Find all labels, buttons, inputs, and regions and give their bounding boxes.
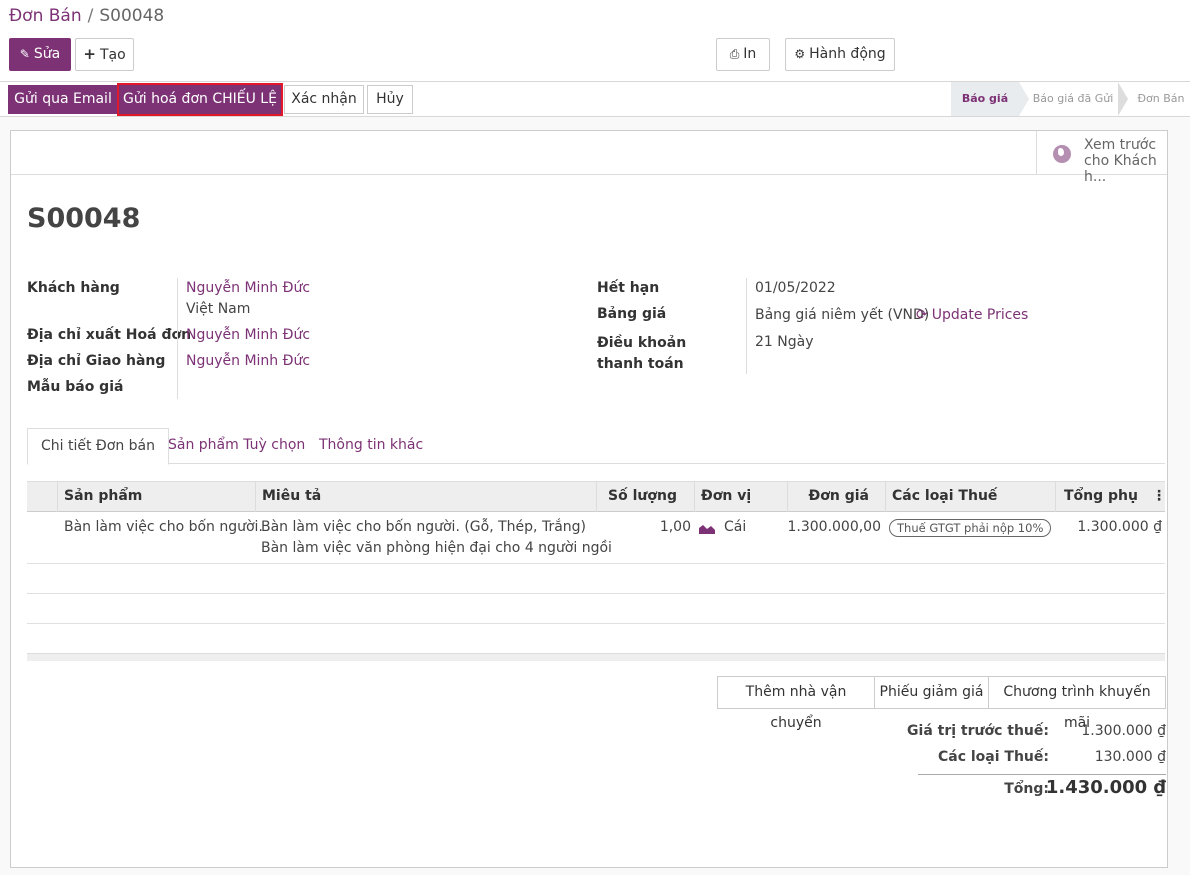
column-uom[interactable]: Đơn vị [694, 482, 787, 512]
add-shipping-button[interactable]: Thêm nhà vận chuyển [717, 676, 875, 731]
column-taxes[interactable]: Các loại Thuế [885, 482, 1055, 512]
printer-icon: ⎙ [729, 47, 740, 61]
update-prices-button[interactable]: ⟳ Update Prices [916, 307, 1028, 323]
customer-label: Khách hàng [27, 280, 120, 296]
pricelist-value: Bảng giá niêm yết (VND) [755, 307, 930, 323]
edit-button[interactable]: ✎ Sửa [9, 38, 71, 71]
untaxed-label: Giá trị trước thuế: [907, 723, 1049, 739]
expiry-label: Hết hạn [597, 280, 660, 296]
line-subtotal: 1.300.000 ₫ [1077, 519, 1162, 535]
delivery-address-label: Địa chỉ Giao hàng [27, 353, 166, 369]
breadcrumb-parent-link[interactable]: Đơn Bán [9, 6, 82, 26]
payment-terms-label: Điều khoản thanh toán [597, 335, 687, 372]
tab-order-lines[interactable]: Chi tiết Đơn bán [27, 428, 169, 465]
stage-quotation-sent[interactable]: Báo giá đã Gửi [1031, 82, 1115, 116]
order-title: S00048 [27, 203, 141, 234]
send-proforma-invoice-button[interactable]: Gửi hoá đơn CHIẾU LỆ [117, 83, 283, 116]
button-box: Xem trước cho Khách h... [11, 131, 1167, 185]
expiry-value: 01/05/2022 [755, 280, 836, 296]
plus-icon: + [83, 45, 96, 63]
invoice-address-link[interactable]: Nguyễn Minh Đức [186, 327, 310, 343]
field-divider [177, 278, 178, 399]
line-description-2: Bàn làm việc văn phòng hiện đại cho 4 ng… [261, 540, 612, 556]
stage-quotation[interactable]: Báo giá [951, 82, 1019, 116]
column-description[interactable]: Miêu tả [255, 482, 595, 512]
customer-preview-button[interactable]: Xem trước cho Khách h... [1036, 131, 1167, 185]
stage-arrow [1019, 82, 1029, 116]
gear-icon: ⚙ [794, 47, 806, 61]
globe-icon [1053, 145, 1071, 163]
customer-link[interactable]: Nguyễn Minh Đức [186, 280, 310, 296]
print-button[interactable]: ⎙ In [716, 38, 770, 71]
total-amount: 1.430.000 ₫ [1045, 777, 1166, 798]
table-header: Sản phẩm Miêu tả Số lượng Đơn vị Đơn giá… [27, 481, 1166, 512]
stage-arrow [1118, 82, 1128, 116]
pencil-icon: ✎ [19, 47, 30, 61]
line-quantity: 1,00 [659, 519, 691, 535]
breadcrumb-separator: / [87, 6, 94, 26]
customer-preview-label: Xem trước cho Khách h... [1084, 137, 1157, 185]
edit-button-label: Sửa [33, 46, 61, 62]
create-button-label: Tạo [99, 47, 126, 63]
invoice-address-label: Địa chỉ xuất Hoá đơn [27, 327, 192, 343]
row-divider [27, 593, 1165, 594]
stage-sales-order[interactable]: Đơn Bán [1132, 82, 1190, 116]
action-button[interactable]: ⚙ Hành động [785, 38, 895, 71]
update-prices-label: Update Prices [931, 307, 1029, 323]
confirm-button[interactable]: Xác nhận [284, 85, 364, 114]
quotation-template-label: Mẫu báo giá [27, 379, 124, 395]
delivery-address-link[interactable]: Nguyễn Minh Đức [186, 353, 310, 369]
control-panel: Đơn Bán / S00048 ✎ Sửa + Tạo ⎙ In ⚙ Hành động [0, 0, 1190, 82]
column-quantity[interactable]: Số lượng [596, 482, 694, 512]
tab-other-info[interactable]: Thông tin khác [306, 428, 436, 464]
send-email-button[interactable]: Gửi qua Email [8, 85, 118, 114]
line-description-1: Bàn làm việc cho bốn người. (Gỗ, Thép, T… [261, 519, 587, 535]
column-product[interactable]: Sản phẩm [57, 482, 254, 512]
table-footer [27, 653, 1165, 661]
tab-optional-products[interactable]: Sản phẩm Tuỳ chọn [155, 428, 318, 464]
breadcrumb: Đơn Bán / S00048 [9, 6, 164, 26]
refresh-icon: ⟳ [916, 307, 928, 323]
line-price-unit: 1.300.000,00 [787, 519, 881, 535]
forecast-chart-icon[interactable] [699, 523, 715, 534]
row-divider [27, 623, 1165, 624]
taxes-label: Các loại Thuế: [937, 749, 1049, 765]
pricelist-label: Bảng giá [597, 306, 667, 322]
column-options-icon[interactable]: ⋮ [1152, 488, 1166, 504]
action-button-label: Hành động [809, 46, 886, 62]
column-price[interactable]: Đơn giá [787, 482, 885, 512]
tax-badge: Thuế GTGT phải nộp 10% [889, 519, 1052, 537]
create-button[interactable]: + Tạo [75, 38, 134, 71]
cancel-button[interactable]: Hủy [367, 85, 413, 114]
column-subtotal[interactable]: Tổng phụ [1055, 482, 1165, 512]
payment-terms-value: 21 Ngày [755, 334, 814, 350]
line-product: Bàn làm việc cho bốn người. [64, 519, 263, 535]
promotion-button[interactable]: Chương trình khuyến mãi [988, 676, 1166, 731]
breadcrumb-current: S00048 [99, 6, 165, 26]
taxes-amount: 130.000 ₫ [1094, 749, 1166, 765]
line-uom: Cái [724, 519, 747, 535]
print-button-label: In [743, 46, 757, 62]
row-divider [27, 563, 1165, 564]
field-divider [746, 278, 747, 374]
totals-divider [918, 774, 1166, 775]
status-bar: Gửi qua Email Gửi hoá đơn CHIẾU LỆ Xác n… [0, 82, 1190, 117]
coupon-button[interactable]: Phiếu giảm giá [874, 676, 989, 709]
customer-country: Việt Nam [186, 301, 251, 317]
form-sheet: Xem trước cho Khách h... S00048 Khách hà… [10, 130, 1168, 868]
notebook-tabs: Chi tiết Đơn bán Sản phẩm Tuỳ chọn Thông… [27, 428, 1165, 465]
untaxed-amount: 1.300.000 ₫ [1081, 723, 1166, 739]
